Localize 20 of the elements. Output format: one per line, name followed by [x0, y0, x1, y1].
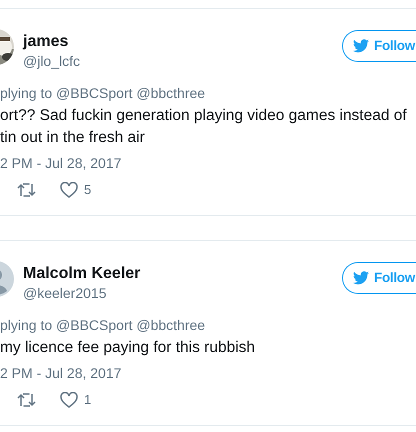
tweet-timestamp: 2 PM - Jul 28, 2017	[0, 364, 122, 383]
bird-icon	[353, 271, 369, 285]
user-handle: @keeler2015	[23, 284, 108, 303]
bird-icon	[353, 39, 369, 53]
like-count: 5	[84, 181, 92, 200]
like-count: 1	[84, 391, 92, 410]
tweet-timestamp: 2 PM - Jul 28, 2017	[0, 154, 122, 173]
retweet-icon[interactable]	[17, 393, 36, 407]
reply-context: plying to @BBCSport @bbcthree	[0, 84, 206, 103]
follow-button[interactable]: Follow	[342, 262, 416, 294]
retweet-icon[interactable]	[17, 183, 36, 197]
tweet-text: ort?? Sad fuckin generation playing video games instead of tin out in the fresh air	[0, 106, 408, 148]
user-name: james	[23, 32, 70, 52]
user-handle: @jlo_lcfc	[23, 52, 80, 71]
tweet-text: my licence fee paying for this rubbish	[0, 338, 256, 358]
heart-icon[interactable]	[60, 182, 78, 198]
reply-context: plying to @BBCSport @bbcthree	[0, 316, 206, 335]
follow-button[interactable]: Follow	[342, 30, 416, 62]
heart-icon[interactable]	[60, 392, 78, 408]
user-name: Malcolm Keeler	[23, 264, 140, 284]
